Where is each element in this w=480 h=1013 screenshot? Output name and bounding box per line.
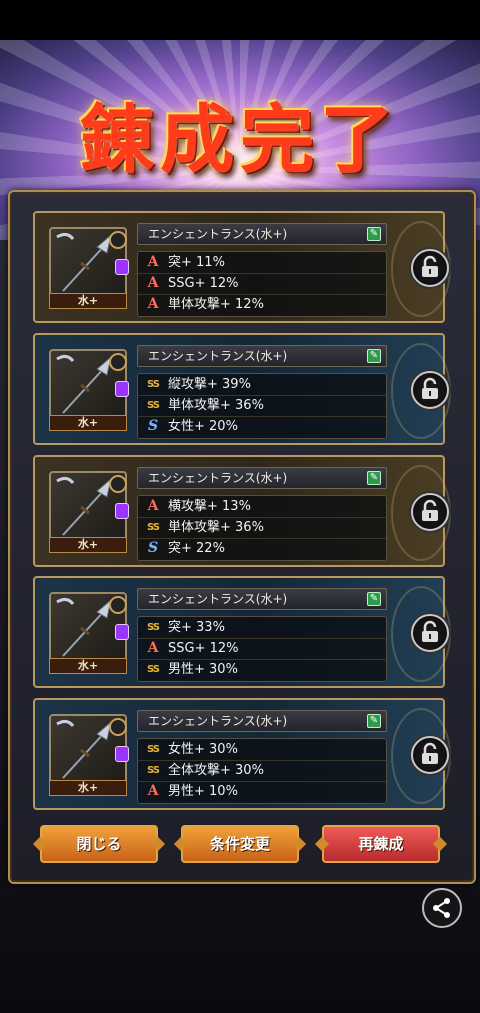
stat-row: A 単体攻撃+ 12% [138,294,386,315]
result-card: 水+ エンシェントランス(水+) ✎ A 横攻撃+ 13% SS 単体攻撃+ 3… [33,455,451,567]
stats-list: A 突+ 11% A SSG+ 12% A 単体攻撃+ 12% [137,251,387,317]
stat-row: A 横攻撃+ 13% [138,496,386,518]
rank-ss-icon: SS [147,622,160,633]
stat-text: 女性+ 20% [168,419,238,434]
stat-text: 突+ 33% [168,620,225,635]
stat-text: 単体攻撃+ 36% [168,398,264,413]
rank-a-icon: A [147,783,159,799]
stat-text: 縦攻撃+ 39% [168,377,251,392]
element-label: 水+ [49,415,127,431]
wrench-icon [109,718,127,736]
edit-icon[interactable]: ✎ [367,349,381,363]
stat-row: A 突+ 11% [138,252,386,274]
weapon-name: エンシェントランス(水+) ✎ [137,223,387,245]
rank-a-icon: A [147,254,159,270]
edit-icon[interactable]: ✎ [367,592,381,606]
wrench-icon [109,231,127,249]
weapon-name-text: エンシェントランス(水+) [148,227,288,241]
result-card: 水+ エンシェントランス(水+) ✎ A 突+ 11% A SSG+ 12% A… [33,211,451,323]
weapon-name: エンシェントランス(水+) ✎ [137,710,387,732]
rank-ss-icon: SS [147,379,160,390]
stats-list: SS 女性+ 30% SS 全体攻撃+ 30% A 男性+ 10% [137,738,387,804]
stats-list: SS 縦攻撃+ 39% SS 単体攻撃+ 36% S 女性+ 20% [137,373,387,439]
stat-row: SS 単体攻撃+ 36% [138,517,386,539]
change-conditions-button[interactable]: 条件変更 [181,825,299,863]
stat-row: SS 単体攻撃+ 36% [138,395,386,417]
stat-text: 全体攻撃+ 30% [168,763,264,778]
stat-text: 女性+ 30% [168,742,238,757]
stat-row: A 男性+ 10% [138,781,386,802]
rank-ss-icon: SS [147,400,160,411]
weapon-name-text: エンシェントランス(水+) [148,592,288,606]
edit-icon[interactable]: ✎ [367,227,381,241]
rank-a-icon: A [147,275,159,291]
rank-s-icon: S [147,418,159,434]
unlocked-padlock-icon[interactable] [411,614,449,652]
stat-row: SS 突+ 33% [138,617,386,639]
weapon-name-text: エンシェントランス(水+) [148,471,288,485]
stat-row: SS 縦攻撃+ 39% [138,374,386,396]
purple-gem-icon [115,624,129,640]
stats-list: SS 突+ 33% A SSG+ 12% SS 男性+ 30% [137,616,387,682]
stat-row: S 突+ 22% [138,538,386,559]
close-button[interactable]: 閉じる [40,825,158,863]
rank-ss-icon: SS [147,765,160,776]
element-label: 水+ [49,780,127,796]
stat-text: SSG+ 12% [168,641,239,656]
purple-gem-icon [115,259,129,275]
unlocked-padlock-icon[interactable] [411,493,449,531]
stat-text: SSG+ 12% [168,276,239,291]
edit-icon[interactable]: ✎ [367,471,381,485]
stat-text: 男性+ 10% [168,784,238,799]
rank-ss-icon: SS [147,744,160,755]
weapon-name-text: エンシェントランス(水+) [148,714,288,728]
rank-s-icon: S [147,540,159,556]
stat-row: A SSG+ 12% [138,273,386,295]
unlocked-padlock-icon[interactable] [411,249,449,287]
rank-a-icon: A [147,498,159,514]
wrench-icon [109,596,127,614]
rank-a-icon: A [147,640,159,656]
stat-row: S 女性+ 20% [138,416,386,437]
weapon-name: エンシェントランス(水+) ✎ [137,467,387,489]
stat-text: 突+ 22% [168,541,225,556]
stat-text: 単体攻撃+ 12% [168,297,264,312]
purple-gem-icon [115,746,129,762]
unlocked-padlock-icon[interactable] [411,736,449,774]
rank-ss-icon: SS [147,522,160,533]
result-card: 水+ エンシェントランス(水+) ✎ SS 縦攻撃+ 39% SS 単体攻撃+ … [33,333,451,445]
rank-ss-icon: SS [147,664,160,675]
stat-row: SS 全体攻撃+ 30% [138,760,386,782]
weapon-name: エンシェントランス(水+) ✎ [137,345,387,367]
purple-gem-icon [115,381,129,397]
unlocked-padlock-icon[interactable] [411,371,449,409]
wrench-icon [109,353,127,371]
stat-row: A SSG+ 12% [138,638,386,660]
stat-row: SS 女性+ 30% [138,739,386,761]
stat-text: 男性+ 30% [168,662,238,677]
status-bar [0,0,480,40]
share-icon[interactable] [422,888,462,928]
re-synthesize-button[interactable]: 再錬成 [322,825,440,863]
weapon-name-text: エンシェントランス(水+) [148,349,288,363]
element-label: 水+ [49,658,127,674]
page-title: 錬成完了 [80,97,400,183]
rank-a-icon: A [147,296,159,312]
edit-icon[interactable]: ✎ [367,714,381,728]
element-label: 水+ [49,293,127,309]
stat-text: 横攻撃+ 13% [168,499,251,514]
stat-text: 突+ 11% [168,255,225,270]
result-card: 水+ エンシェントランス(水+) ✎ SS 突+ 33% A SSG+ 12% … [33,576,451,688]
wrench-icon [109,475,127,493]
element-label: 水+ [49,537,127,553]
stat-row: SS 男性+ 30% [138,659,386,680]
weapon-name: エンシェントランス(水+) ✎ [137,588,387,610]
stats-list: A 横攻撃+ 13% SS 単体攻撃+ 36% S 突+ 22% [137,495,387,561]
purple-gem-icon [115,503,129,519]
stat-text: 単体攻撃+ 36% [168,520,264,535]
result-card: 水+ エンシェントランス(水+) ✎ SS 女性+ 30% SS 全体攻撃+ 3… [33,698,451,810]
